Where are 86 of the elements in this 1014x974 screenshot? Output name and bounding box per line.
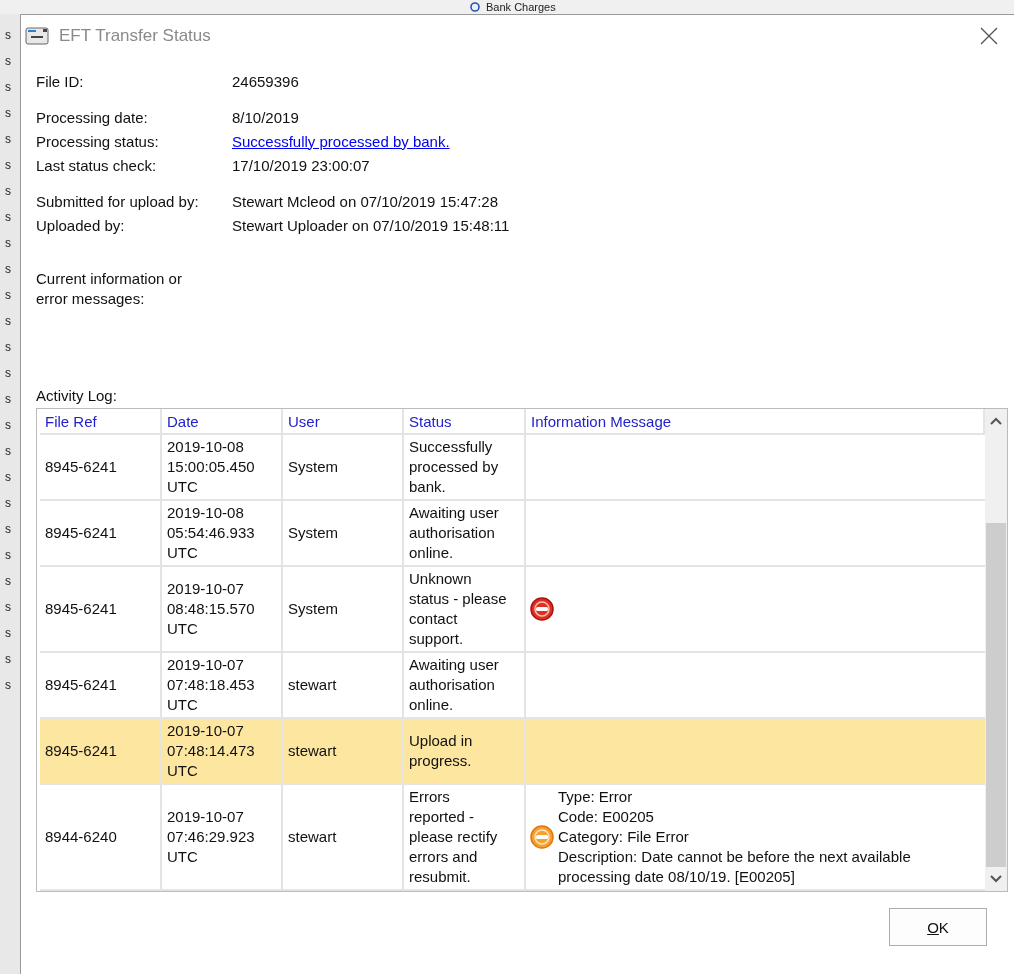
window-title: EFT Transfer Status xyxy=(59,26,212,46)
table-cell: 8945-6241 xyxy=(40,719,162,783)
log-row[interactable]: 8945-6241 2019-10-07 07:48:18.453 UTC stewart Awaiting user authorisation online. xyxy=(40,653,985,719)
table-cell: System xyxy=(283,501,404,565)
background-list-item: s xyxy=(4,496,12,510)
background-list-item: s xyxy=(4,262,12,276)
table-cell: 2019-10-08 05:54:46.933 UTC xyxy=(162,501,283,565)
log-row[interactable]: 8945-6241 2019-10-08 15:00:05.450 UTC System Successfully processed by bank. xyxy=(40,435,985,501)
field-label: File ID: xyxy=(36,72,85,90)
background-list-item: s xyxy=(4,626,12,640)
log-row[interactable] xyxy=(40,785,985,891)
table-cell: Awaiting user authorisation online. xyxy=(404,653,526,717)
ok-button[interactable]: OK xyxy=(889,908,987,946)
background-list-item: s xyxy=(4,28,12,42)
table-cell: Awaiting user authorisation online. xyxy=(404,501,526,565)
background-list-item: s xyxy=(4,210,12,224)
field-label: Processing status: xyxy=(36,132,160,150)
background-list-item: s xyxy=(4,340,12,354)
table-cell: Errors reported - please rectify errors and resubmit. xyxy=(404,785,526,889)
table-cell: Upload in progress. xyxy=(404,719,526,783)
field-label: Processing date: xyxy=(36,108,149,126)
background-list-item: s xyxy=(4,418,12,432)
background-list-item: s xyxy=(4,678,12,692)
table-cell: stewart xyxy=(283,719,404,783)
background-list-item: s xyxy=(4,392,12,406)
table-cell: 2019-10-08 15:00:05.450 UTC xyxy=(162,435,283,499)
globe-icon xyxy=(470,2,480,12)
background-list-item: s xyxy=(4,652,12,666)
background-list-item: s xyxy=(4,80,12,94)
table-cell: 8945-6241 xyxy=(40,567,162,651)
column-header[interactable]: Status xyxy=(404,409,526,433)
chevron-down-icon xyxy=(990,875,1002,883)
background-list-item: s xyxy=(4,574,12,588)
background-list-item: s xyxy=(4,522,12,536)
background-list-item: s xyxy=(4,314,12,328)
log-row[interactable]: 8945-6241 2019-10-07 08:48:15.570 UTC System Unknown status - please contact support. xyxy=(40,567,985,653)
error-icon xyxy=(530,597,554,621)
log-row[interactable]: 8945-6241 2019-10-07 07:48:14.473 UTC stewart Upload in progress. xyxy=(40,719,985,785)
background-list-item: s xyxy=(4,132,12,146)
table-cell: stewart xyxy=(283,785,404,889)
window-app-icon xyxy=(25,26,49,46)
column-header[interactable]: File Ref xyxy=(40,409,162,433)
background-list-item: s xyxy=(4,444,12,458)
field-value: Stewart Uploader on 07/10/2019 15:48:11 xyxy=(232,216,510,234)
background-list-item: s xyxy=(4,236,12,250)
field-value: Stewart Mcleod on 07/10/2019 15:47:28 xyxy=(232,192,499,210)
background-list-item: s xyxy=(4,288,12,302)
warning-icon xyxy=(530,825,554,849)
table-cell: 8945-6241 xyxy=(40,501,162,565)
table-cell: Type: Error Code: E00205 Category: File Error Description: Date cannot be before the next available processing date 08/10/19. [E00205] xyxy=(558,787,911,887)
background-list-item: s xyxy=(4,470,12,484)
status-link[interactable]: Successfully processed by bank. xyxy=(232,132,450,150)
table-cell: 2019-10-07 07:46:29.923 UTC xyxy=(162,785,283,889)
background-list-item: s xyxy=(4,548,12,562)
table-cell: stewart xyxy=(283,653,404,717)
background-list-item: s xyxy=(4,184,12,198)
field-value: 8/10/2019 xyxy=(232,108,299,126)
background-list-item: s xyxy=(4,54,12,68)
table-cell: System xyxy=(283,435,404,499)
table-cell: 8944-6240 xyxy=(40,785,162,889)
table-cell: 8945-6241 xyxy=(40,435,162,499)
table-cell: Unknown status - please contact support. xyxy=(404,567,526,651)
field-label: Submitted for upload by: xyxy=(36,192,200,210)
field-value: 24659396 xyxy=(232,72,299,90)
background-list-item: s xyxy=(4,106,12,120)
field-label: Current information or error messages: xyxy=(36,269,183,309)
table-cell: Successfully processed by bank. xyxy=(404,435,526,499)
background-list-item: s xyxy=(4,600,12,614)
scroll-thumb[interactable] xyxy=(986,523,1006,867)
table-cell: 2019-10-07 07:48:18.453 UTC xyxy=(162,653,283,717)
chevron-up-icon xyxy=(990,417,1002,425)
table-cell: 8945-6241 xyxy=(40,653,162,717)
background-tab[interactable]: Bank Charges xyxy=(486,1,556,13)
column-header[interactable]: Date xyxy=(162,409,283,433)
scrollbar[interactable] xyxy=(985,409,1007,891)
field-label: Last status check: xyxy=(36,156,158,174)
column-header[interactable]: User xyxy=(283,409,404,433)
section-label: Activity Log: xyxy=(36,387,118,404)
background-list-item: s xyxy=(4,366,12,380)
table-cell: 2019-10-07 08:48:15.570 UTC xyxy=(162,567,283,651)
table-cell: 2019-10-07 07:48:14.473 UTC xyxy=(162,719,283,783)
field-label: Uploaded by: xyxy=(36,216,126,234)
table-cell: System xyxy=(283,567,404,651)
log-row[interactable]: 8945-6241 2019-10-08 05:54:46.933 UTC System Awaiting user authorisation online. xyxy=(40,501,985,567)
field-value: 17/10/2019 23:00:07 xyxy=(232,156,370,174)
background-list-item: s xyxy=(4,158,12,172)
